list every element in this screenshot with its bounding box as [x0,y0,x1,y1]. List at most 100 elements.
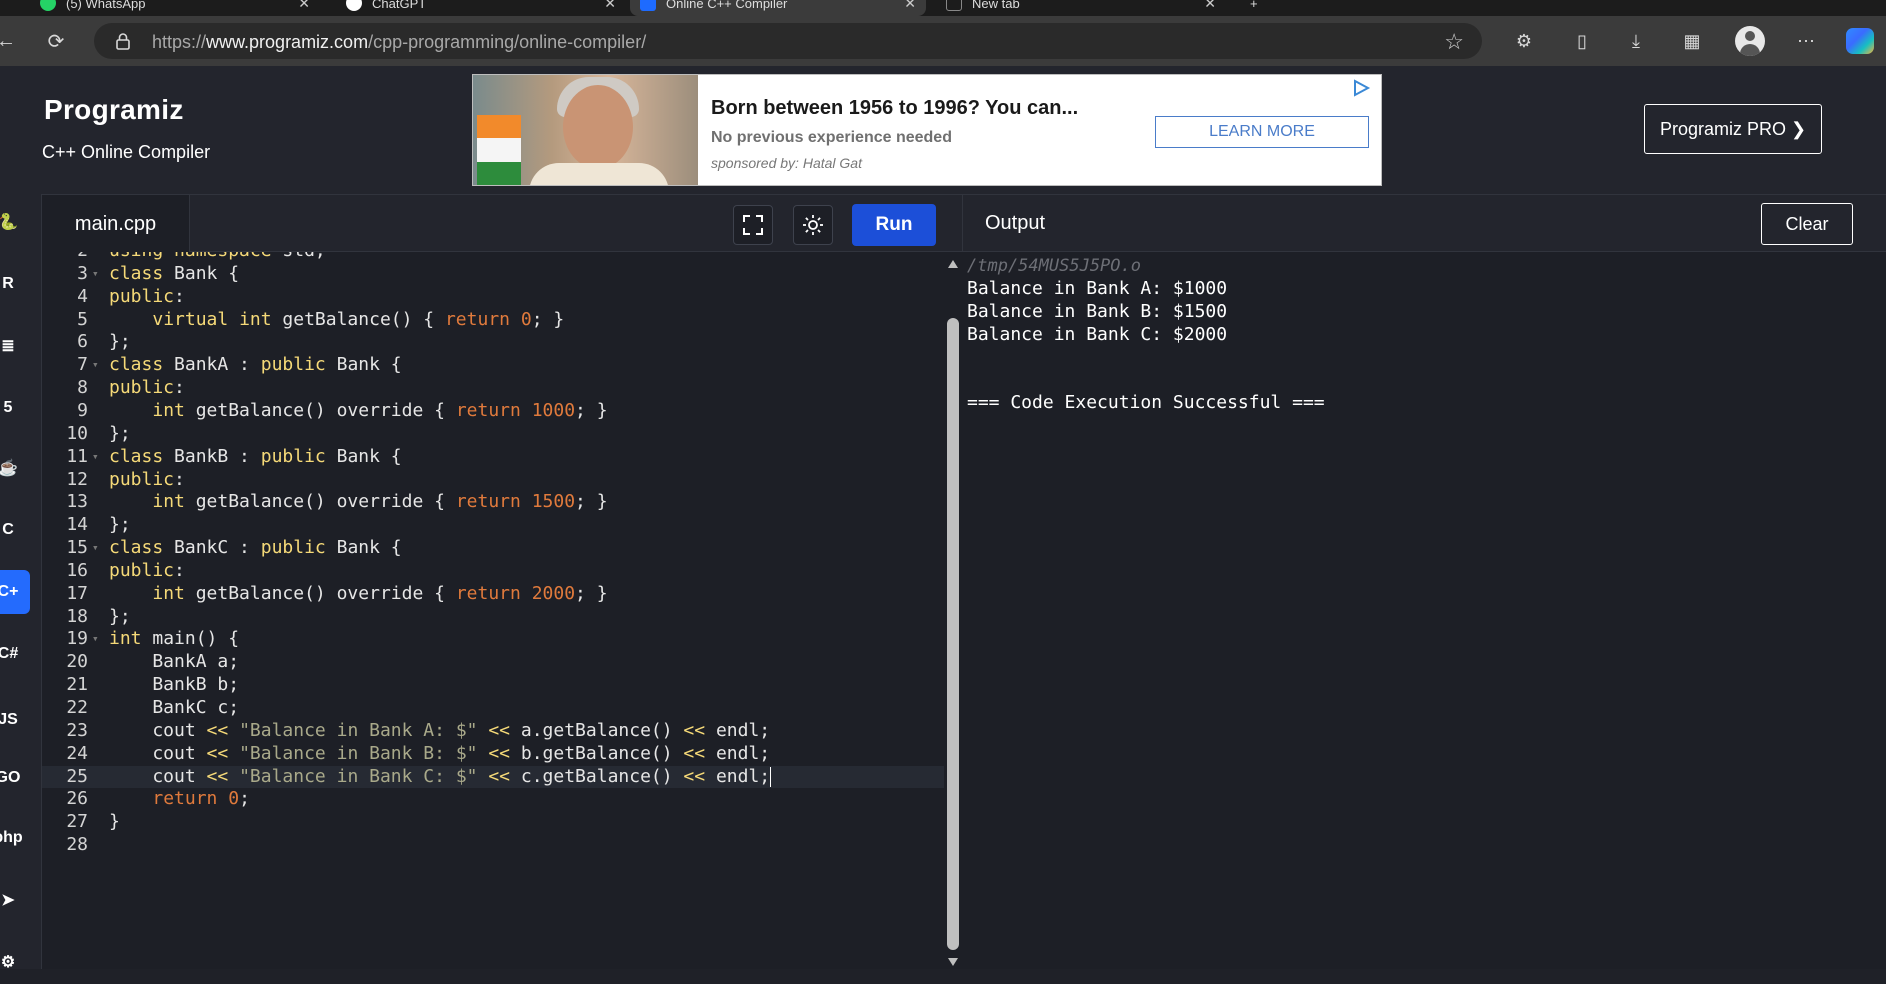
code-line[interactable]: 27} [42,811,944,834]
favorite-star-icon[interactable]: ☆ [1444,29,1464,55]
split-screen-icon[interactable]: ▯ [1570,29,1594,53]
python-icon[interactable]: 🐍 [0,200,30,244]
new-tab-icon [946,0,962,11]
flag-icon [477,115,521,185]
scroll-up-arrow[interactable] [948,260,958,268]
reload-button[interactable]: ⟳ [42,27,70,55]
code-line[interactable]: 17 int getBalance() override { return 20… [42,583,944,606]
programiz-logo[interactable]: Programiz [44,94,184,126]
scroll-thumb[interactable] [947,318,959,950]
sql-icon[interactable]: ≣ [0,324,30,368]
output-header: Output Clear [962,194,1886,252]
html-icon[interactable]: 5 [0,386,30,430]
language-sidebar: 🐍 R ≣ 5 ☕ C C+ C# JS GO php ➤ ⚙ [0,194,42,971]
code-text: int main() { [109,628,240,650]
profile-avatar[interactable] [1735,26,1765,56]
code-line[interactable]: 14}; [42,514,944,537]
code-line[interactable]: 8 public: [42,377,944,400]
line-number: 28 [66,834,88,856]
js-icon[interactable]: JS [0,698,30,742]
browser-tab-new[interactable]: New tab ✕ [936,0,1226,16]
code-text: }; [109,422,131,444]
line-number: 26 [66,788,88,810]
clear-button[interactable]: Clear [1761,203,1853,245]
code-line[interactable]: 3 ▾ class Bank { [42,263,944,286]
run-button[interactable]: Run [852,204,936,246]
code-line[interactable]: 4 public: [42,286,944,309]
php-icon[interactable]: php [0,816,30,860]
code-line[interactable]: 21 BankB b; [42,674,944,697]
learn-more-button[interactable]: LEARN MORE [1155,116,1369,148]
browser-tab-whatsapp[interactable]: (5) WhatsApp ✕ [30,0,320,16]
browser-tab-chatgpt[interactable]: ChatGPT ✕ [336,0,626,16]
output-line: Balance in Bank C: $2000 [967,323,1228,345]
scroll-down-arrow[interactable] [948,958,958,966]
lock-icon [116,33,130,50]
browser-tab-compiler[interactable]: Online C++ Compiler ✕ [630,0,926,16]
collections-icon[interactable]: ▦ [1680,29,1704,53]
ad-headline[interactable]: Born between 1956 to 1996? You can... [711,97,1078,120]
programiz-pro-button[interactable]: Programiz PRO ❯ [1644,104,1822,154]
fold-arrow-icon[interactable]: ▾ [92,446,99,469]
code-text: class BankA : public Bank { [109,354,402,376]
back-button[interactable]: ← [0,27,20,55]
rust-icon[interactable]: ⚙ [0,940,30,984]
code-line[interactable]: 15 ▾ class BankC : public Bank { [42,537,944,560]
code-line[interactable]: 10}; [42,423,944,446]
java-icon[interactable]: ☕ [0,446,30,490]
code-line[interactable]: 16 public: [42,560,944,583]
new-tab-button[interactable]: + [1240,0,1270,16]
code-line[interactable]: 5 virtual int getBalance() { return 0; } [42,309,944,332]
file-tab-main-cpp[interactable]: main.cpp [42,195,190,253]
downloads-icon[interactable]: ⤓ [1624,29,1648,53]
adchoices-icon[interactable] [1351,79,1371,97]
fold-arrow-icon[interactable]: ▾ [92,263,99,286]
fold-arrow-icon[interactable]: ▾ [92,354,99,377]
go-icon[interactable]: GO [0,756,30,800]
code-editor[interactable]: 2using namespace std;3▾class Bank {4publ… [42,252,944,969]
code-text: int getBalance() override { return 1000;… [152,399,608,421]
close-icon[interactable]: ✕ [1204,0,1216,12]
cpp-icon[interactable]: C+ [0,570,30,614]
fold-arrow-icon[interactable]: ▾ [92,628,99,651]
code-text: public: [109,377,185,399]
code-line[interactable]: 18}; [42,606,944,629]
code-line[interactable]: 23 cout << "Balance in Bank A: $" << a.g… [42,720,944,743]
code-line[interactable]: 19 ▾ int main() { [42,628,944,651]
code-line[interactable]: 26 return 0; [42,788,944,811]
code-line[interactable]: 11 ▾ class BankB : public Bank { [42,446,944,469]
code-line[interactable]: 6}; [42,331,944,354]
address-bar-row: ← ⟳ https://www.programiz.com/cpp-progra… [0,16,1886,66]
line-number: 4 [77,285,88,307]
line-number: 21 [66,674,88,696]
r-icon[interactable]: R [0,262,30,306]
close-icon[interactable]: ✕ [298,0,310,12]
code-line[interactable]: 7 ▾ class BankA : public Bank { [42,354,944,377]
code-line[interactable]: 13 int getBalance() override { return 15… [42,491,944,514]
code-line[interactable]: 24 cout << "Balance in Bank B: $" << b.g… [42,743,944,766]
code-line[interactable]: 12 public: [42,469,944,492]
code-line[interactable]: 28 [42,834,944,857]
url-text: https://www.programiz.com/cpp-programmin… [152,32,647,52]
close-icon[interactable]: ✕ [904,0,916,12]
more-menu-icon[interactable]: ⋯ [1794,29,1818,53]
copilot-icon[interactable] [1846,28,1874,54]
theme-toggle-button[interactable] [793,205,833,245]
line-number: 3 [77,262,88,284]
csharp-icon[interactable]: C# [0,632,30,676]
fold-arrow-icon[interactable]: ▾ [92,537,99,560]
editor-scrollbar[interactable] [944,252,962,969]
fullscreen-button[interactable] [733,205,773,245]
advertisement-banner[interactable]: Born between 1956 to 1996? You can... No… [472,74,1382,186]
c-icon[interactable]: C [0,508,30,552]
close-icon[interactable]: ✕ [604,0,616,12]
code-line[interactable]: 25 cout << "Balance in Bank C: $" << c.g… [42,765,944,789]
url-field[interactable]: https://www.programiz.com/cpp-programmin… [94,23,1482,59]
code-line[interactable]: 20 BankA a; [42,651,944,674]
code-line[interactable]: 2 using namespace std; [42,252,944,263]
code-line[interactable]: 9 int getBalance() override { return 100… [42,400,944,423]
output-binary-path: /tmp/54MUS5J5PO.o [967,256,1141,276]
swift-icon[interactable]: ➤ [0,878,30,922]
extensions-icon[interactable]: ⚙ [1512,29,1536,53]
code-line[interactable]: 22 BankC c; [42,697,944,720]
